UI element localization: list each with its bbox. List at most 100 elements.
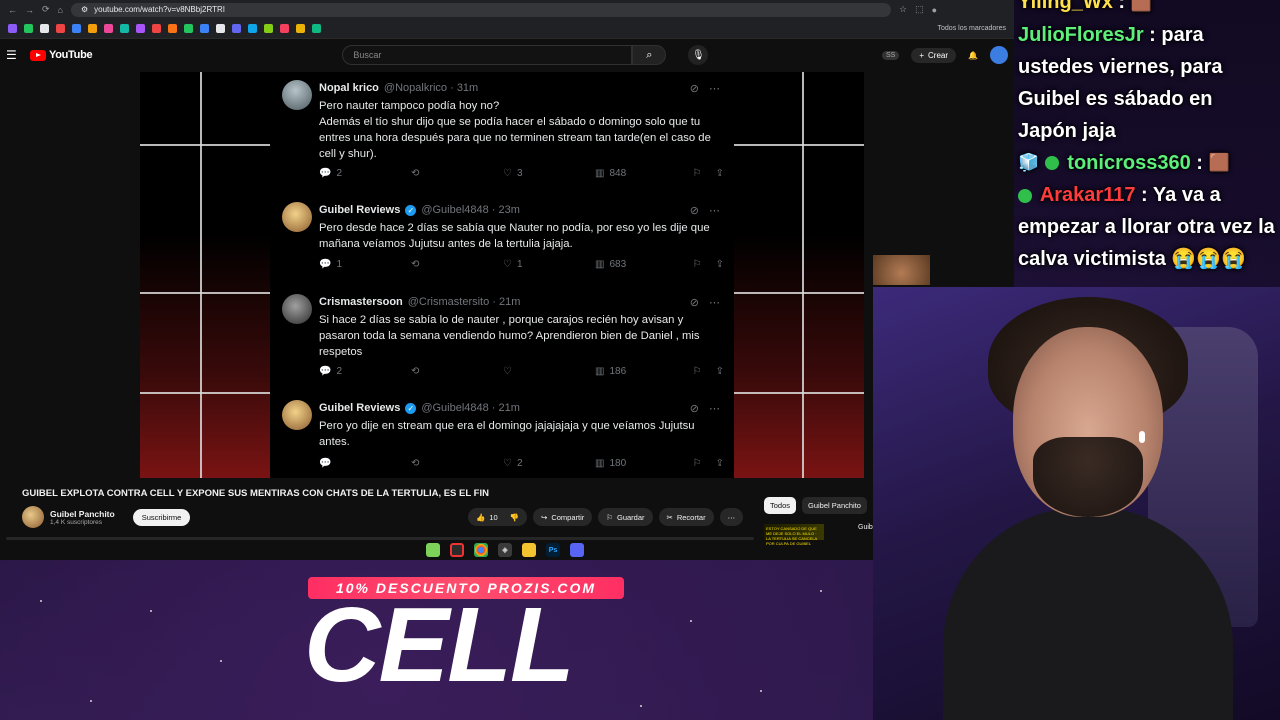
tweet-avatar[interactable] bbox=[282, 80, 312, 110]
more-icon[interactable]: ⋯ bbox=[709, 402, 720, 415]
bookmark-button[interactable]: ⚐ bbox=[693, 458, 702, 469]
app-icon[interactable]: ◈ bbox=[498, 543, 512, 557]
bookmark-star-icon[interactable]: ☆ bbox=[899, 4, 907, 15]
bookmark-button[interactable]: ⚐ bbox=[693, 259, 702, 270]
bookmark-icon[interactable] bbox=[168, 24, 177, 33]
save-button[interactable]: ⚐ Guardar bbox=[598, 508, 653, 526]
search-input[interactable]: Buscar bbox=[342, 45, 633, 65]
extensions-icon[interactable]: ⬚ bbox=[915, 4, 924, 15]
related-video-thumbnail[interactable]: ESTOY CANSADO DE QUE ME DEJE SOLO EL MUL… bbox=[764, 524, 824, 546]
like-button[interactable]: ♡ 3 bbox=[503, 168, 595, 179]
views-button[interactable]: ▥ 848 bbox=[595, 168, 687, 179]
bookmark-icon[interactable] bbox=[312, 24, 321, 33]
site-info-icon[interactable]: ⚙ bbox=[81, 5, 88, 14]
bookmark-icon[interactable] bbox=[200, 24, 209, 33]
views-button[interactable]: ▥ 683 bbox=[595, 259, 687, 270]
retweet-button[interactable]: ⟲ bbox=[411, 168, 503, 179]
bookmark-icon[interactable] bbox=[40, 24, 49, 33]
chip-channel[interactable]: Guibel Panchito bbox=[802, 497, 867, 514]
more-icon[interactable]: ⋯ bbox=[709, 296, 720, 309]
reply-button[interactable]: 💬 2 bbox=[319, 366, 411, 377]
bookmark-icon[interactable] bbox=[248, 24, 257, 33]
reload-icon[interactable]: ⟳ bbox=[42, 4, 50, 15]
create-button[interactable]: + Crear bbox=[911, 47, 957, 63]
bookmark-icon[interactable] bbox=[88, 24, 97, 33]
bookmark-icon[interactable] bbox=[232, 24, 241, 33]
voice-search-button[interactable]: 🎙 bbox=[688, 45, 709, 65]
bookmark-icon[interactable] bbox=[296, 24, 305, 33]
bookmark-icon[interactable] bbox=[24, 24, 33, 33]
tweet-author-name[interactable]: Guibel Reviews bbox=[319, 402, 400, 414]
like-button[interactable]: ♡ bbox=[503, 366, 595, 377]
channel-name[interactable]: Guibel Panchito bbox=[50, 509, 115, 519]
chip-all[interactable]: Todos bbox=[764, 497, 797, 514]
clip-button[interactable]: ✂ Recortar bbox=[658, 508, 714, 526]
reply-button[interactable]: 💬 bbox=[319, 458, 411, 469]
views-button[interactable]: ▥ 186 bbox=[595, 366, 687, 377]
youtube-logo[interactable]: YouTube bbox=[30, 49, 93, 61]
channel-avatar[interactable] bbox=[22, 506, 44, 528]
app-icon[interactable] bbox=[426, 543, 440, 557]
like-button[interactable]: ♡ 2 bbox=[503, 458, 595, 469]
tweet-avatar[interactable] bbox=[282, 400, 312, 430]
reply-button[interactable]: 💬 2 bbox=[319, 168, 411, 179]
share-button[interactable]: ⇪ bbox=[716, 366, 724, 377]
tweet-avatar[interactable] bbox=[282, 294, 312, 324]
account-avatar[interactable] bbox=[990, 46, 1008, 64]
thumbs-up-icon[interactable]: 👍 bbox=[476, 513, 485, 522]
bookmark-button[interactable]: ⚐ bbox=[693, 366, 702, 377]
grok-icon[interactable]: ⊘ bbox=[690, 402, 699, 415]
tweet-author-name[interactable]: Crismastersoon bbox=[319, 296, 403, 308]
forward-icon[interactable]: → bbox=[25, 5, 34, 15]
views-button[interactable]: ▥ 180 bbox=[595, 458, 687, 469]
address-bar[interactable]: ⚙ youtube.com/watch?v=v8NBbj2RTRI bbox=[70, 2, 891, 17]
retweet-button[interactable]: ⟲ bbox=[411, 458, 503, 469]
bookmark-icon[interactable] bbox=[104, 24, 113, 33]
video-player[interactable]: Nopal krico @Nopalkrico · 31m ⊘ ⋯ Pero na… bbox=[140, 72, 864, 478]
tweet-avatar[interactable] bbox=[282, 202, 312, 232]
more-actions-button[interactable]: ⋯ bbox=[719, 508, 744, 526]
grok-icon[interactable]: ⊘ bbox=[690, 82, 699, 95]
horizontal-scrollbar[interactable] bbox=[6, 537, 754, 540]
menu-icon[interactable]: ☰ bbox=[6, 48, 20, 62]
discord-icon[interactable] bbox=[570, 543, 584, 557]
tweet-author-name[interactable]: Guibel Reviews bbox=[319, 204, 400, 216]
photoshop-icon[interactable]: Ps bbox=[546, 543, 560, 557]
more-icon[interactable]: ⋯ bbox=[709, 82, 720, 95]
bookmark-icon[interactable] bbox=[280, 24, 289, 33]
bookmark-icon[interactable] bbox=[56, 24, 65, 33]
share-button[interactable]: ⇪ bbox=[716, 168, 724, 179]
more-icon[interactable]: ⋯ bbox=[709, 204, 720, 217]
grok-icon[interactable]: ⊘ bbox=[690, 204, 699, 217]
share-button[interactable]: ⇪ bbox=[716, 458, 724, 469]
folder-icon[interactable] bbox=[522, 543, 536, 557]
reply-button[interactable]: 💬 1 bbox=[319, 259, 411, 270]
bookmark-icon[interactable] bbox=[120, 24, 129, 33]
subscribe-button[interactable]: Suscribirme bbox=[132, 508, 191, 526]
all-bookmarks-folder[interactable]: Todos los marcadores bbox=[938, 25, 1006, 32]
bookmark-icon[interactable] bbox=[216, 24, 225, 33]
bookmark-icon[interactable] bbox=[184, 24, 193, 33]
share-video-button[interactable]: ↪ Compartir bbox=[533, 508, 593, 526]
retweet-button[interactable]: ⟲ bbox=[411, 366, 503, 377]
related-video-title[interactable]: Guib bbox=[858, 524, 873, 531]
like-button[interactable]: ♡ 1 bbox=[503, 259, 595, 270]
thumbs-down-icon[interactable]: 👎 bbox=[510, 513, 519, 522]
share-button[interactable]: ⇪ bbox=[716, 259, 724, 270]
bookmark-icon[interactable] bbox=[8, 24, 17, 33]
bookmark-icon[interactable] bbox=[136, 24, 145, 33]
chrome-icon[interactable] bbox=[474, 543, 488, 557]
obs-icon[interactable] bbox=[450, 543, 464, 557]
bookmark-icon[interactable] bbox=[72, 24, 81, 33]
search-button[interactable]: ⌕ bbox=[632, 45, 667, 65]
grok-icon[interactable]: ⊘ bbox=[690, 296, 699, 309]
notifications-bell-icon[interactable]: 🔔 bbox=[968, 51, 978, 60]
retweet-button[interactable]: ⟲ bbox=[411, 259, 503, 270]
home-icon[interactable]: ⌂ bbox=[58, 5, 63, 15]
back-icon[interactable]: ← bbox=[8, 5, 17, 15]
tweet-author-name[interactable]: Nopal krico bbox=[319, 82, 379, 94]
bookmark-icon[interactable] bbox=[264, 24, 273, 33]
bookmark-icon[interactable] bbox=[152, 24, 161, 33]
profile-icon[interactable]: ● bbox=[932, 5, 937, 15]
bookmark-button[interactable]: ⚐ bbox=[693, 168, 702, 179]
